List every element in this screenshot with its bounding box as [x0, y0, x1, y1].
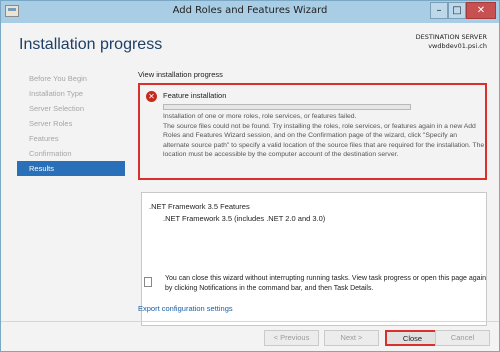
error-panel: ✕ Feature installation Installation of o… [138, 83, 487, 180]
minimize-button[interactable]: – [430, 2, 448, 19]
nav-item-server-roles[interactable]: Server Roles [17, 116, 125, 131]
next-button[interactable]: Next > [324, 330, 379, 346]
export-configuration-link[interactable]: Export configuration settings [138, 304, 233, 313]
maximize-button[interactable]: □ [448, 2, 466, 19]
error-message-line2: The source files could not be found. Try… [163, 122, 485, 159]
nav-item-results[interactable]: Results [17, 161, 125, 176]
notification-icon [144, 277, 152, 287]
destination-server-name: vwdbdev01.psi.ch [428, 42, 487, 50]
close-window-button[interactable]: ✕ [466, 2, 496, 19]
destination-label: DESTINATION SERVER [415, 33, 487, 41]
footer-divider [1, 321, 499, 322]
feature-item-label: .NET Framework 3.5 (includes .NET 2.0 an… [163, 214, 326, 223]
nav-item-confirmation[interactable]: Confirmation [17, 146, 125, 161]
close-button[interactable]: Close [385, 330, 440, 346]
previous-button[interactable]: < Previous [264, 330, 319, 346]
nav-item-features[interactable]: Features [17, 131, 125, 146]
wizard-window: Add Roles and Features Wizard – □ ✕ Inst… [0, 0, 500, 352]
info-text: You can close this wizard without interr… [165, 275, 487, 292]
error-title: Feature installation [163, 91, 227, 100]
title-bar[interactable]: Add Roles and Features Wizard – □ ✕ [1, 1, 499, 23]
nav-item-server-selection[interactable]: Server Selection [17, 101, 125, 116]
window-title: Add Roles and Features Wizard [172, 5, 328, 16]
nav-item-installation-type[interactable]: Installation Type [17, 86, 125, 101]
error-message: Installation of one or more roles, role … [163, 112, 485, 160]
cancel-button[interactable]: Cancel [435, 330, 490, 346]
error-message-line1: Installation of one or more roles, role … [163, 113, 357, 120]
destination-server-info: DESTINATION SERVER vwdbdev01.psi.ch [416, 33, 487, 51]
wizard-steps-nav: Before You Begin Installation Type Serve… [17, 71, 125, 176]
error-icon: ✕ [146, 91, 157, 102]
installation-progress-bar [163, 104, 411, 110]
feature-group-label: .NET Framework 3.5 Features [149, 202, 250, 211]
page-title: Installation progress [19, 36, 163, 53]
wizard-header: Installation progress DESTINATION SERVER… [1, 23, 499, 67]
nav-item-before-you-begin[interactable]: Before You Begin [17, 71, 125, 86]
section-label: View installation progress [138, 70, 223, 79]
